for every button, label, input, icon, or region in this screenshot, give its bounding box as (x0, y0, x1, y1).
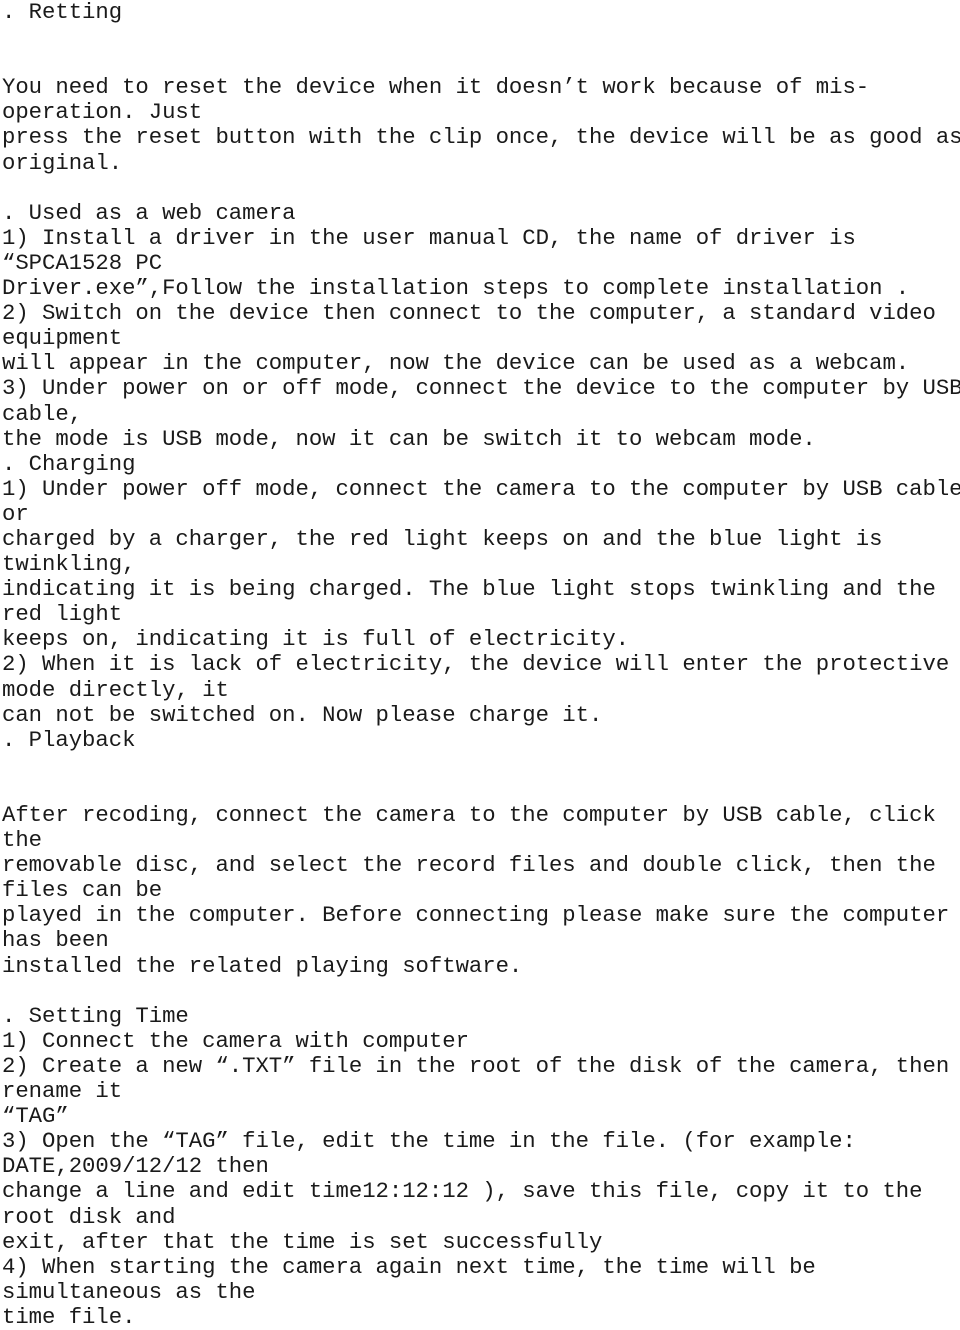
text-line: 4) When starting the camera again next t… (2, 1253, 816, 1280)
section-heading: . Setting Time (2, 1002, 189, 1029)
text-line: 2) Create a new “.TXT” file in the root … (2, 1052, 950, 1079)
section-heading: . Used as a web camera (2, 199, 296, 226)
text-line: charged by a charger, the red light keep… (2, 525, 883, 552)
text-line: 2) When it is lack of electricity, the d… (2, 651, 950, 678)
text-line: After recoding, connect the camera to th… (2, 802, 936, 828)
text-line: rename it (2, 1078, 123, 1105)
section-heading: . Retting (2, 0, 123, 25)
document-page: . Retting You need to reset the device w… (0, 0, 960, 1329)
text-line: twinkling, (2, 551, 136, 578)
text-line: press the reset button with the clip onc… (2, 124, 960, 151)
text-line: cable, (2, 400, 83, 427)
text-line: played in the computer. Before connectin… (2, 902, 950, 929)
text-line: can not be switched on. Now please charg… (2, 701, 603, 728)
text-line: Driver.exe”,Follow the installation step… (2, 275, 910, 302)
text-line: time file. (2, 1303, 136, 1330)
text-line: change a line and edit time12:12:12 ), s… (2, 1178, 923, 1205)
text-line: 1) Install a driver in the user manual C… (2, 224, 856, 251)
text-line: keeps on, indicating it is full of elect… (2, 626, 629, 653)
section-heading: . Playback (2, 726, 136, 753)
text-line: root disk and (2, 1203, 176, 1230)
text-line: original. (2, 149, 123, 176)
section-heading: . Charging (2, 450, 136, 477)
text-line: 1) Connect the camera with computer (2, 1027, 469, 1054)
text-line: has been (2, 927, 109, 954)
text-line: files can be (2, 877, 163, 904)
text-line: 3) Open the “TAG” file, edit the time in… (2, 1128, 856, 1155)
text-line: mode directly, it (2, 676, 229, 703)
text-line: 1) Under power off mode, connect the cam… (2, 475, 960, 502)
text-line: 2) Switch on the device then connect to … (2, 300, 936, 327)
text-line: DATE,2009/12/12 then (2, 1153, 269, 1180)
text-line: simultaneous as the (2, 1278, 256, 1305)
document-text-body: . Retting You need to reset the device w… (2, 0, 960, 1330)
text-line: installed the related playing software. (2, 952, 523, 979)
text-line: indicating it is being charged. The blue… (2, 576, 936, 603)
text-line: removable disc, and select the record fi… (2, 852, 936, 879)
text-line: will appear in the computer, now the dev… (2, 350, 910, 377)
text-line: “TAG” (2, 1103, 69, 1130)
text-line: red light (2, 601, 123, 628)
text-line: 3) Under power on or off mode, connect t… (2, 375, 960, 402)
text-line: the (2, 827, 43, 854)
text-line: operation. Just (2, 99, 203, 126)
text-line: the mode is USB mode, now it can be swit… (2, 425, 816, 452)
text-line: exit, after that the time is set success… (2, 1228, 603, 1255)
text-line: equipment (2, 325, 123, 352)
text-line: You need to reset the device when it doe… (2, 74, 870, 101)
text-line: or (2, 500, 29, 527)
text-line: “SPCA1528 PC (2, 249, 163, 276)
